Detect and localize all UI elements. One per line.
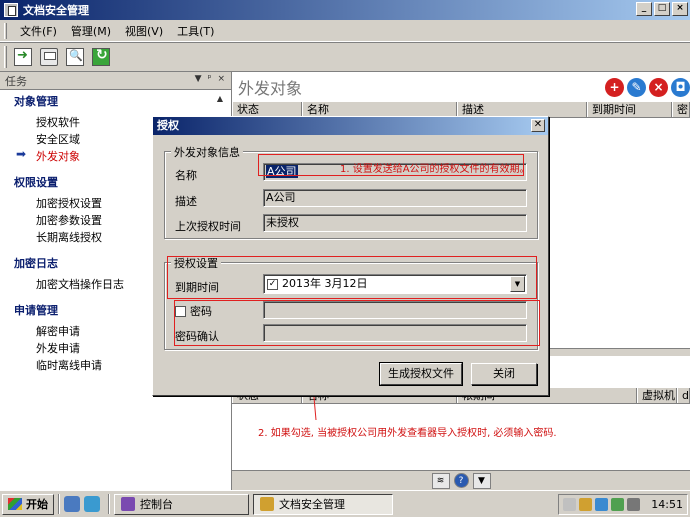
system-tray: 14:51 <box>558 494 688 515</box>
task-doc-security[interactable]: 文档安全管理 <box>253 493 393 515</box>
annotation-box-expiry <box>167 256 537 299</box>
shield-icon[interactable] <box>595 498 609 511</box>
dialog-title: 授权 <box>157 119 179 132</box>
dialog-close-icon[interactable]: ✕ <box>531 119 545 132</box>
last-auth-field[interactable]: 未授权 <box>263 214 527 232</box>
desc-field[interactable]: A公司 <box>263 189 527 207</box>
taskbar: 开始 控制台 文档安全管理 14:51 <box>0 490 690 517</box>
console-icon <box>121 497 135 511</box>
quicklaunch-separator <box>58 494 60 514</box>
ie-icon[interactable] <box>64 496 80 512</box>
start-label: 开始 <box>26 498 48 511</box>
windows-logo-icon <box>8 498 22 510</box>
doc-security-icon <box>260 497 274 511</box>
desc-label: 描述 <box>175 195 197 208</box>
group-legend: 外发对象信息 <box>171 144 243 160</box>
explorer-icon[interactable] <box>84 496 100 512</box>
annotation-note-1: 1. 设置发送给A公司的授权文件的有效期。 <box>340 164 530 175</box>
close-button[interactable]: 关闭 <box>471 363 537 385</box>
dialog-titlebar: 授权 ✕ <box>153 117 548 135</box>
start-button[interactable]: 开始 <box>2 493 54 515</box>
quicklaunch-separator <box>108 494 110 514</box>
task-console[interactable]: 控制台 <box>114 493 249 515</box>
name-label: 名称 <box>175 169 197 182</box>
sync-icon[interactable] <box>611 498 625 511</box>
generate-auth-file-button[interactable]: 生成授权文件 <box>379 362 463 386</box>
task-label: 文档安全管理 <box>279 498 345 511</box>
volume-icon[interactable] <box>627 498 641 511</box>
annotation-box-password <box>174 300 540 346</box>
security-icon[interactable] <box>579 498 593 511</box>
network-icon[interactable] <box>563 498 577 511</box>
last-auth-label: 上次授权时间 <box>175 220 241 233</box>
clock: 14:51 <box>651 498 683 511</box>
task-label: 控制台 <box>140 498 173 511</box>
